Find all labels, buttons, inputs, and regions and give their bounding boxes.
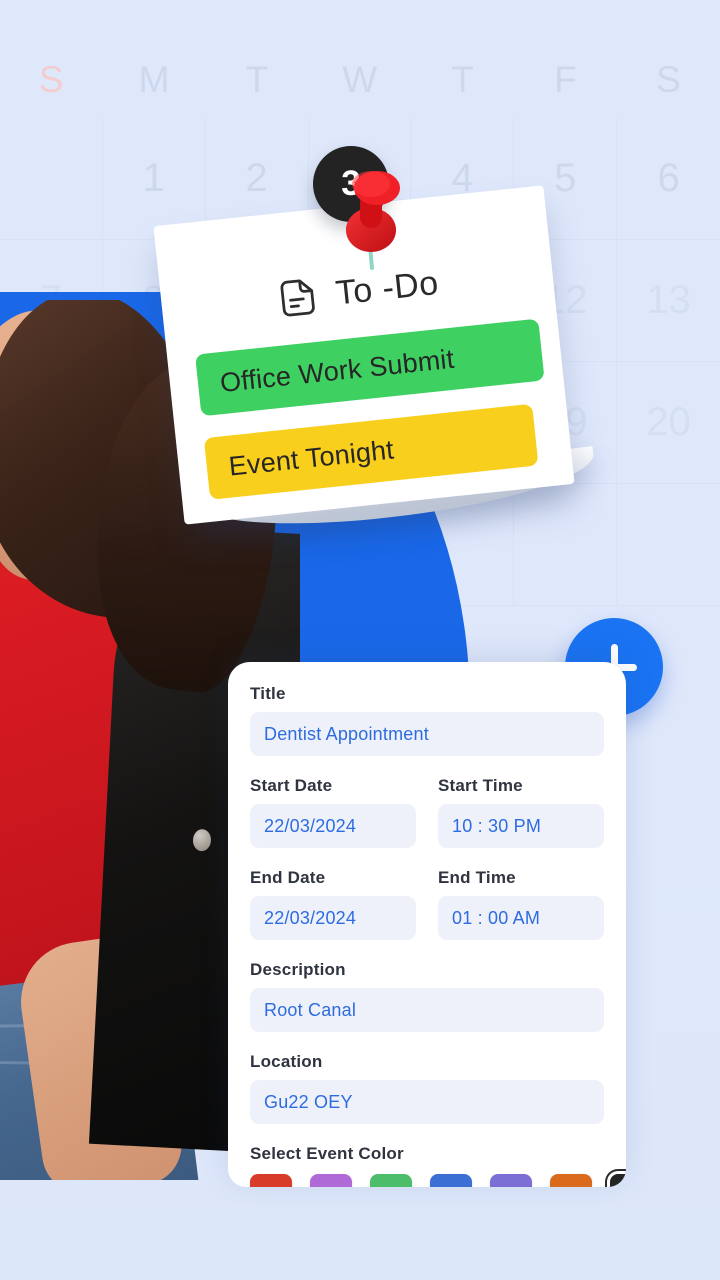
end-date-label: End Date	[250, 868, 326, 887]
start-time-label: Start Time	[438, 776, 523, 795]
end-date-input[interactable]: 22/03/2024	[250, 896, 416, 940]
calendar-cell: 13	[617, 240, 720, 362]
calendar-cell	[514, 484, 618, 606]
color-swatch-red[interactable]	[250, 1174, 292, 1187]
description-input[interactable]: Root Canal	[250, 988, 604, 1032]
weekday-monday: M	[138, 59, 170, 100]
todo-item-office-work[interactable]: Office Work Submit	[195, 318, 545, 417]
start-time-group: Start Time 10 : 30 PM	[438, 776, 604, 848]
color-swatch-green[interactable]	[370, 1174, 412, 1187]
start-time-input[interactable]: 10 : 30 PM	[438, 804, 604, 848]
title-input[interactable]: Dentist Appointment	[250, 712, 604, 756]
color-swatch-purple[interactable]	[310, 1174, 352, 1187]
calendar-cell: 6	[617, 118, 720, 240]
calendar-weekday-header: S M T W T F S	[0, 52, 720, 108]
weekday-sunday: S	[38, 59, 65, 100]
weekday-friday: F	[554, 59, 578, 100]
calendar-cell: 20	[617, 362, 720, 484]
end-time-label: End Time	[438, 868, 516, 887]
description-group: Description Root Canal	[250, 960, 604, 1032]
select-event-color-label: Select Event Color	[250, 1144, 404, 1163]
weekday-tuesday: T	[245, 59, 269, 100]
event-form-card[interactable]: Title Dentist Appointment Start Date 22/…	[228, 662, 626, 1187]
end-date-group: End Date 22/03/2024	[250, 868, 416, 940]
location-input[interactable]: Gu22 OEY	[250, 1080, 604, 1124]
weekday-thursday: T	[451, 59, 475, 100]
title-field-group: Title Dentist Appointment	[250, 684, 604, 756]
location-group: Location Gu22 OEY	[250, 1052, 604, 1124]
weekday-wednesday: W	[342, 59, 378, 100]
title-label: Title	[250, 684, 286, 703]
pushpin-icon	[346, 171, 400, 270]
start-date-group: Start Date 22/03/2024	[250, 776, 416, 848]
app-screen: S M T W T F S 1 2 3 4 5 6 7 8 9 10 11 12…	[0, 0, 720, 1280]
description-label: Description	[250, 960, 346, 979]
end-row: End Date 22/03/2024 End Time 01 : 00 AM	[250, 868, 604, 940]
location-label: Location	[250, 1052, 323, 1071]
event-color-group: Select Event Color	[250, 1144, 626, 1187]
color-swatch-violet[interactable]	[490, 1174, 532, 1187]
start-date-label: Start Date	[250, 776, 333, 795]
calendar-cell	[617, 484, 720, 606]
end-time-group: End Time 01 : 00 AM	[438, 868, 604, 940]
color-swatch-blue[interactable]	[430, 1174, 472, 1187]
event-color-swatch-row	[250, 1174, 626, 1187]
color-swatch-orange[interactable]	[550, 1174, 592, 1187]
end-time-input[interactable]: 01 : 00 AM	[438, 896, 604, 940]
document-icon	[280, 279, 316, 317]
calendar-cell	[0, 118, 103, 240]
start-date-input[interactable]: 22/03/2024	[250, 804, 416, 848]
todo-item-event-tonight[interactable]: Event Tonight	[203, 403, 539, 500]
weekday-saturday: S	[655, 59, 682, 100]
color-swatch-black[interactable]	[610, 1174, 626, 1187]
start-row: Start Date 22/03/2024 Start Time 10 : 30…	[250, 776, 604, 848]
